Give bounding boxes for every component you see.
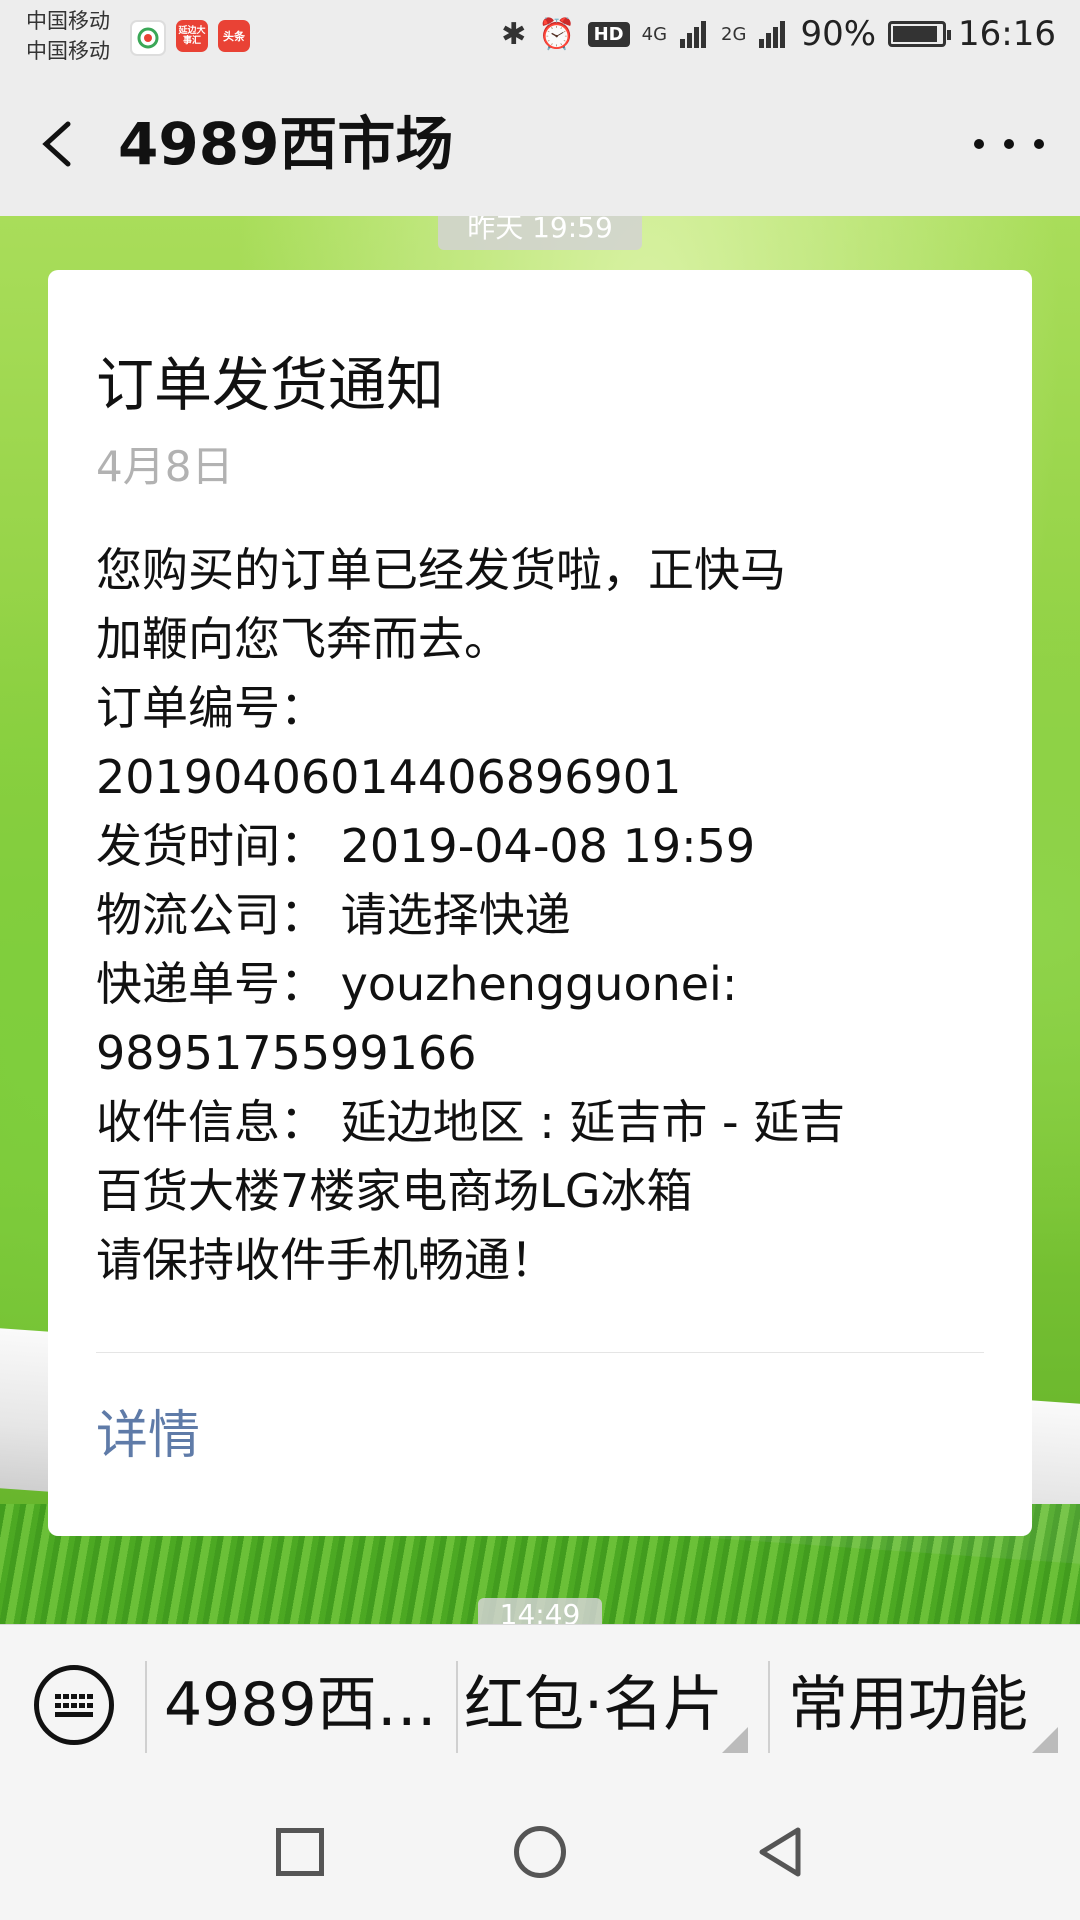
hd-icon: HD <box>587 21 630 47</box>
card-line: 发货时间： 2019-04-08 19:59 <box>96 819 756 873</box>
recent-apps-button[interactable] <box>276 1828 324 1876</box>
keyboard-icon <box>55 1694 95 1718</box>
signal-icon-2 <box>759 21 786 48</box>
back-button[interactable] <box>34 116 90 172</box>
menu-divider <box>145 1661 147 1753</box>
network-4g-label: 4G <box>641 23 668 45</box>
card-line: 请保持收件手机畅通！ <box>96 1233 556 1287</box>
status-indicators: ✱ ⏰ HD 4G 2G 90% 16:16 <box>501 14 1056 54</box>
alarm-icon: ⏰ <box>538 16 576 52</box>
more-button[interactable] <box>974 122 1044 166</box>
menu-divider <box>768 1661 770 1753</box>
card-line: 物流公司： 请选择快递 <box>96 888 571 942</box>
menu-item-store[interactable]: 4989西… <box>164 1665 444 1745</box>
page-title: 4989西市场 <box>118 110 454 178</box>
card-body: 您购买的订单已经发货啦，正快马 加鞭向您飞奔而去。 订单编号： 20190406… <box>96 536 996 1295</box>
carrier-1: 中国移动 <box>26 9 110 33</box>
card-line: 201904060144068969​01 <box>96 750 682 804</box>
notification-icons: 延边大事汇 头条 <box>130 20 250 56</box>
order-notification-card[interactable]: 订单发货通知 4月8日 您购买的订单已经发货啦，正快马 加鞭向您飞奔而去。 订单… <box>48 270 1032 1536</box>
carrier-labels: 中国移动 中国移动 <box>26 6 110 66</box>
status-bar: 中国移动 中国移动 延边大事汇 头条 ✱ ⏰ HD 4G 2G 90% 16:1… <box>0 0 1080 72</box>
title-bar: 4989西市场 <box>0 72 1080 217</box>
card-title: 订单发货通知 <box>96 351 445 419</box>
card-line: 百货大楼7楼家电商场LG冰箱 <box>96 1164 693 1218</box>
signal-icon <box>680 21 707 48</box>
card-date: 4月8日 <box>96 442 234 491</box>
card-line: 9895175599166 <box>96 1026 477 1080</box>
card-line: 快递单号： youzhengguonei: <box>96 957 738 1011</box>
battery-percent: 90% <box>800 14 877 54</box>
news-icon: 延边大事汇 <box>176 20 208 52</box>
card-divider <box>96 1352 984 1353</box>
menu-divider <box>456 1661 458 1753</box>
system-navigation-bar <box>0 1784 1080 1920</box>
clock: 16:16 <box>958 14 1056 54</box>
bottom-menu-bar: 4989西… 红包·名片 常用功能 <box>0 1624 1080 1785</box>
timestamp-bottom: 14:49 <box>478 1598 602 1624</box>
card-line: 订单编号： <box>96 681 326 735</box>
details-link[interactable]: 详情 <box>96 1406 200 1466</box>
wechat-icon <box>130 20 166 56</box>
timestamp-top: 昨天 19:59 <box>438 216 642 250</box>
menu-item-redpacket-card[interactable]: 红包·名片 <box>464 1665 764 1745</box>
more-icon-dot-1 <box>974 139 984 149</box>
card-line: 您购买的订单已经发货啦，正快马 <box>96 543 786 597</box>
keyboard-toggle-button[interactable] <box>34 1665 114 1745</box>
submenu-indicator-icon <box>1032 1727 1058 1753</box>
menu-item-common-functions[interactable]: 常用功能 <box>788 1665 1068 1745</box>
chevron-left-icon <box>42 121 71 167</box>
back-nav-button[interactable] <box>752 1824 808 1880</box>
card-line: 收件信息： 延边地区 : 延吉市 - 延吉 <box>96 1095 846 1149</box>
battery-icon <box>888 21 952 47</box>
bluetooth-icon: ✱ <box>501 16 527 52</box>
toutiao-icon: 头条 <box>218 20 250 52</box>
submenu-indicator-icon <box>722 1727 748 1753</box>
triangle-back-icon <box>759 1827 801 1877</box>
home-button[interactable] <box>514 1826 566 1878</box>
more-icon-dot-3 <box>1034 139 1044 149</box>
network-2g-label: 2G <box>721 23 747 45</box>
more-icon-dot-2 <box>1004 139 1014 149</box>
card-line: 加鞭向您飞奔而去。 <box>96 612 510 666</box>
carrier-2: 中国移动 <box>26 39 110 63</box>
